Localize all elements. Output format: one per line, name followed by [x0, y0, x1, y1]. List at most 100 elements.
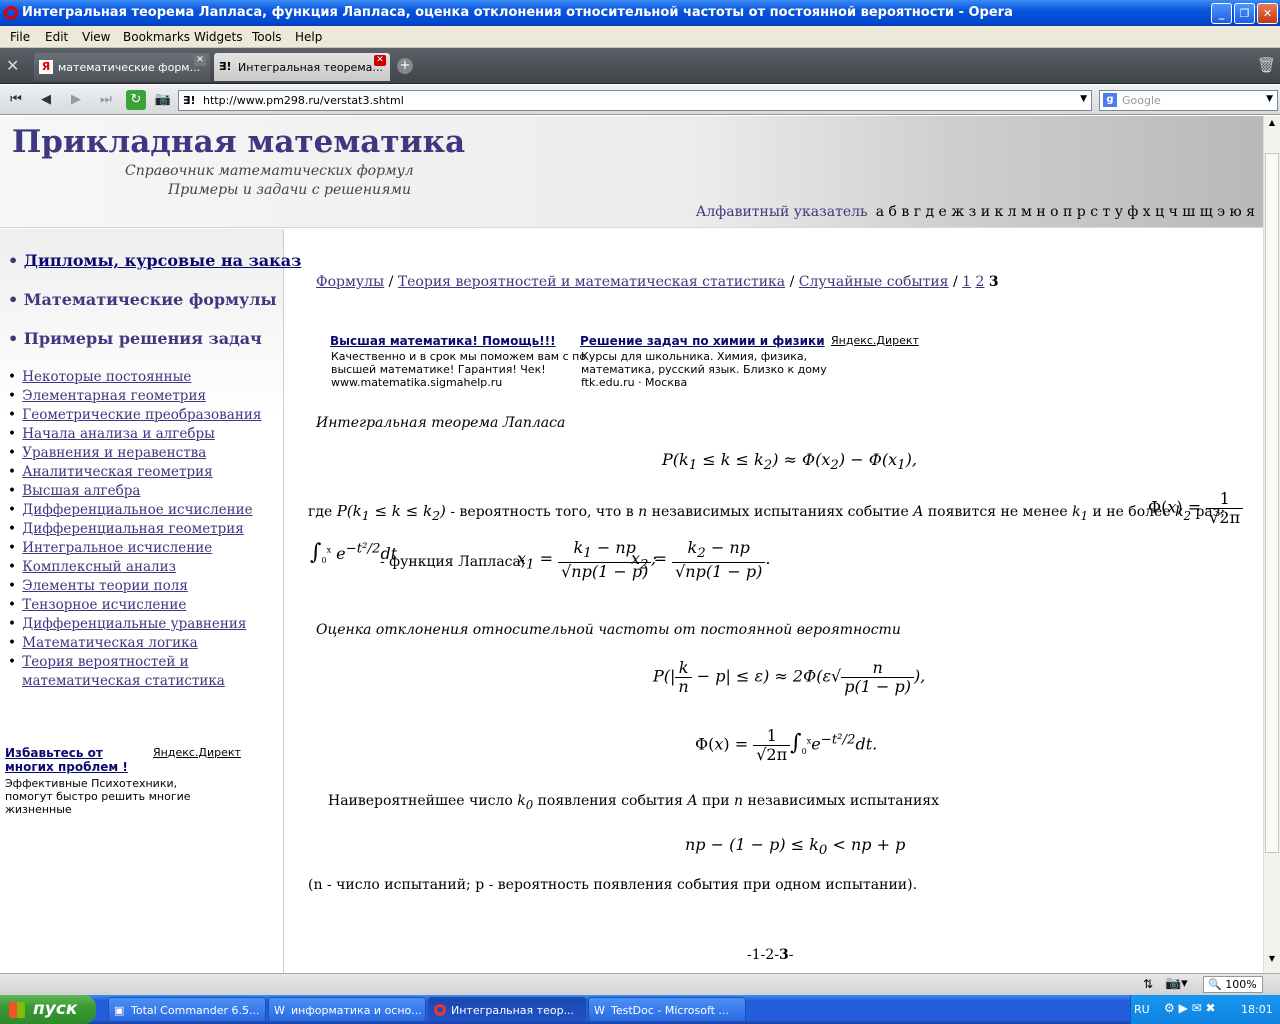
formula-deviation: P(| k n − p| ≤ ε) ≈ 2Φ(ε√ n p(1 − p)), — [653, 658, 926, 696]
tab-laplace[interactable]: ∃! Интегральная теорема... ✕ — [214, 53, 390, 81]
menu-view[interactable]: View — [82, 30, 110, 44]
sidebar-link[interactable]: Примеры решения задач — [24, 329, 262, 348]
sidebar-item[interactable]: • Комплексный анализ — [8, 559, 176, 575]
zoom-value: 100% — [1225, 978, 1257, 991]
trash-icon[interactable]: 🗑 — [1257, 56, 1276, 74]
pager-links[interactable]: -1-2- — [747, 947, 779, 963]
taskbar-item[interactable]: Wинформатика и осно... — [268, 997, 426, 1022]
tab-close-icon[interactable]: ✕ — [374, 55, 386, 66]
chevron-down-icon[interactable]: ▼ — [1080, 94, 1087, 104]
language-indicator[interactable]: RU — [1134, 1003, 1150, 1016]
ad-url[interactable]: www.matematika.sigmahelp.ru — [331, 376, 502, 389]
address-input[interactable]: ∃! http://www.pm298.ru/verstat3.shtml ▼ — [178, 90, 1092, 111]
breadcrumb-link[interactable]: Формулы — [316, 274, 384, 290]
sidebar-item-examples[interactable]: • Примеры решения задач — [8, 329, 262, 348]
status-bar: ⇅ 📷▾ 🔍 100% — [0, 973, 1280, 995]
sidebar-item[interactable]: • Геометрические преобразования — [8, 407, 261, 423]
scroll-down-icon[interactable]: ▼ — [1265, 954, 1279, 970]
sidebar-ad-body: Эффективные Психотехники, помогут быстро… — [5, 777, 191, 816]
sidebar-item[interactable]: • Аналитическая геометрия — [8, 464, 213, 480]
yandex-direct-link[interactable]: Яндекс.Директ — [153, 746, 241, 759]
page-link[interactable]: 2 — [976, 274, 985, 290]
menu-edit[interactable]: Edit — [45, 30, 68, 44]
taskbar: пуск ▣ Total Commander 6.5... Wинформатик… — [0, 995, 1280, 1024]
sidebar-item[interactable]: • Математическая логика — [8, 635, 198, 651]
fast-forward-icon[interactable]: ⏭ — [96, 90, 116, 110]
menu-help[interactable]: Help — [295, 30, 322, 44]
most-probable-text: Наивероятнейшее число k0 появления событ… — [328, 793, 940, 812]
breadcrumb: Формулы / Теория вероятностей и математи… — [316, 274, 999, 290]
sidebar-item[interactable]: • Интегральное исчисление — [8, 540, 212, 556]
sidebar-item[interactable]: • Начала анализа и алгебры — [8, 426, 215, 442]
sidebar-item[interactable]: • Теория вероятностей и — [8, 654, 189, 670]
chevron-down-icon[interactable]: ▼ — [1266, 94, 1273, 104]
taskbar-item[interactable]: W TestDoc - Microsoft ... — [588, 997, 746, 1022]
tools-icon[interactable]: ✕ — [6, 56, 19, 75]
sidebar-item[interactable]: • Дифференциальные уравнения — [8, 616, 246, 632]
tab-label: математические форм... — [58, 61, 201, 74]
laplace-function-label: - функция Лапласа; — [380, 554, 526, 570]
search-placeholder: Google — [1122, 94, 1161, 107]
close-button[interactable]: ✕ — [1257, 3, 1278, 24]
note-text: (n - число испытаний; p - вероятность по… — [308, 877, 918, 893]
alphabet-letters[interactable]: а б в г д е ж з и к л м н о п р с т у ф … — [876, 204, 1255, 220]
sidebar-item[interactable]: • Уравнения и неравенства — [8, 445, 206, 461]
reload-icon[interactable]: ↻ — [126, 90, 146, 110]
sidebar-item[interactable]: • Некоторые постоянные — [8, 369, 191, 385]
ad-title-link[interactable]: Решение задач по химии и физики — [580, 334, 825, 348]
vertical-scrollbar[interactable]: ▲ ▼ — [1263, 116, 1280, 973]
search-input[interactable]: g Google ▼ — [1099, 90, 1278, 111]
scroll-up-icon[interactable]: ▲ — [1265, 118, 1279, 134]
clock: 18:01 — [1241, 1003, 1273, 1016]
menu-file[interactable]: File — [10, 30, 30, 44]
yandex-direct-link[interactable]: Яндекс.Директ — [831, 334, 919, 347]
sidebar-item-diplomas[interactable]: • Дипломы, курсовые на заказ — [8, 251, 301, 270]
taskbar-item-active[interactable]: Интегральная теор... — [428, 997, 586, 1022]
menu-tools[interactable]: Tools — [252, 30, 282, 44]
minimize-button[interactable]: _ — [1211, 3, 1232, 24]
formula-laplace-theorem: P(k1 ≤ k ≤ k2) ≈ Φ(x2) − Φ(x1), — [662, 450, 917, 474]
url-text: http://www.pm298.ru/verstat3.shtml — [203, 94, 404, 107]
scroll-thumb[interactable] — [1265, 153, 1279, 853]
sidebar-ad-title[interactable]: Избавьтесь от многих проблем ! — [5, 746, 135, 774]
sidebar-item[interactable]: • Элементы теории поля — [8, 578, 188, 594]
back-icon[interactable]: ◀ — [36, 90, 56, 110]
alphabet-index-link[interactable]: Алфавитный указатель — [696, 204, 868, 220]
sidebar-link[interactable]: Дипломы, курсовые на заказ — [24, 251, 302, 270]
rewind-icon[interactable]: ⏮ — [6, 90, 26, 110]
sidebar-item[interactable]: • Элементарная геометрия — [8, 388, 206, 404]
taskbar-item[interactable]: ▣ Total Commander 6.5... — [108, 997, 266, 1022]
sidebar-item[interactable]: математическая статистика — [20, 673, 225, 689]
site-header: Прикладная математика Справочник математ… — [0, 116, 1263, 228]
window-title: Интегральная теорема Лапласа, функция Ла… — [22, 5, 1013, 20]
ad-title-link[interactable]: Высшая математика! Помощь!!! — [330, 334, 556, 348]
pager-current: 3 — [779, 947, 789, 963]
tray-icons[interactable]: ⚙ ▶ ✉ ✖ — [1164, 1001, 1216, 1015]
camera-icon[interactable]: 📷▾ — [1165, 976, 1188, 991]
maximize-button[interactable]: ❐ — [1234, 3, 1255, 24]
menu-widgets[interactable]: Widgets — [194, 30, 243, 44]
menu-bookmarks[interactable]: Bookmarks — [123, 30, 190, 44]
breadcrumb-link[interactable]: Теория вероятностей и математическая ста… — [398, 274, 785, 290]
forward-icon[interactable]: ▶ — [66, 90, 86, 110]
sidebar-item[interactable]: • Тензорное исчисление — [8, 597, 186, 613]
formula-x2: x2 = k2 − np √np(1 − p). — [631, 538, 771, 581]
title-bar: Интегральная теорема Лапласа, функция Ла… — [0, 0, 1280, 26]
tab-label: Интегральная теорема... — [238, 61, 383, 74]
sidebar-item[interactable]: • Высшая алгебра — [8, 483, 140, 499]
ad-url[interactable]: ftk.edu.ru · Москва — [581, 376, 687, 389]
breadcrumb-link[interactable]: Случайные события — [799, 274, 949, 290]
camera-icon[interactable]: 📷 — [153, 90, 173, 110]
new-tab-icon[interactable]: + — [397, 58, 413, 74]
network-icon[interactable]: ⇅ — [1143, 977, 1153, 991]
tab-yandex[interactable]: Я математические форм... ✕ — [34, 53, 210, 81]
site-title[interactable]: Прикладная математика — [12, 124, 465, 160]
sidebar-item-formulas[interactable]: • Математические формулы — [8, 290, 277, 309]
tab-close-icon[interactable]: ✕ — [194, 55, 206, 66]
start-button[interactable]: пуск — [0, 995, 96, 1024]
sidebar-item[interactable]: • Дифференциальная геометрия — [8, 521, 244, 537]
page-link[interactable]: 1 — [962, 274, 971, 290]
zoom-select[interactable]: 🔍 100% — [1203, 976, 1263, 993]
sidebar-item[interactable]: • Дифференциальное исчисление — [8, 502, 253, 518]
sidebar-link[interactable]: Математические формулы — [24, 290, 277, 309]
